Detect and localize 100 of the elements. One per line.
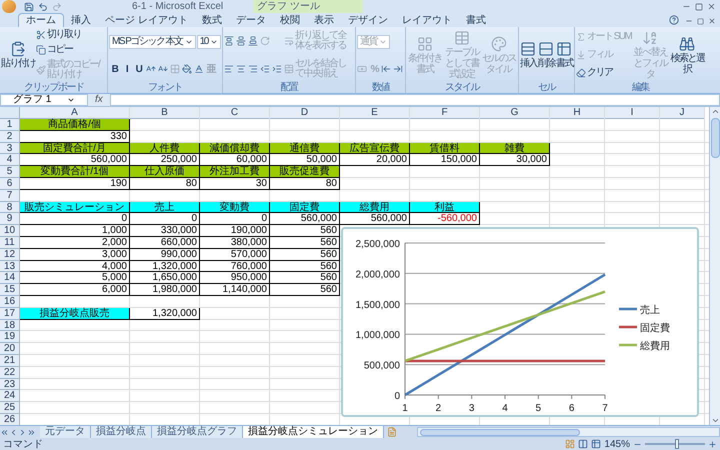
zoom-slider-thumb[interactable] bbox=[674, 439, 679, 449]
column-header[interactable]: I bbox=[605, 107, 660, 119]
row-header[interactable]: 16 bbox=[0, 296, 20, 308]
row-header[interactable]: 4 bbox=[0, 154, 20, 166]
ribbon-button[interactable]: 削除 bbox=[538, 41, 555, 69]
row-header[interactable]: 12 bbox=[0, 248, 20, 261]
close-icon[interactable] bbox=[708, 17, 716, 25]
row-header[interactable]: 15 bbox=[0, 284, 20, 296]
row-header[interactable]: 22 bbox=[0, 366, 20, 379]
scroll-down-icon[interactable] bbox=[710, 416, 720, 425]
group-label: 配置 bbox=[279, 82, 299, 93]
column-header[interactable]: F bbox=[410, 107, 480, 119]
normal-view-icon[interactable] bbox=[565, 439, 576, 449]
column-header[interactable]: A bbox=[20, 107, 130, 119]
row-header[interactable]: 20 bbox=[0, 343, 20, 355]
row-header[interactable]: 11 bbox=[0, 236, 20, 249]
column-header[interactable]: D bbox=[270, 107, 340, 119]
ribbon-tab[interactable]: 数式 bbox=[194, 13, 229, 27]
row-header[interactable]: 14 bbox=[0, 272, 20, 284]
ribbon-button[interactable]: 挿入 bbox=[520, 41, 537, 69]
save-icon[interactable] bbox=[24, 2, 34, 12]
column-header[interactable]: C bbox=[200, 107, 270, 119]
column-header[interactable]: H bbox=[550, 107, 605, 119]
scroll-up-icon[interactable] bbox=[710, 107, 720, 116]
row-header[interactable]: 10 bbox=[0, 225, 20, 237]
ribbon-icon-button[interactable] bbox=[193, 62, 204, 76]
row-header[interactable]: 17 bbox=[0, 308, 20, 320]
format-button[interactable]: B bbox=[109, 62, 120, 76]
ribbon-tab[interactable]: 校閲 bbox=[272, 13, 307, 27]
row-header[interactable]: 26 bbox=[0, 414, 20, 425]
group-label: スタイル bbox=[444, 82, 480, 93]
ribbon-button[interactable]: 貼り付け bbox=[1, 41, 35, 69]
ribbon-button[interactable]: 検索と選択 bbox=[669, 36, 706, 74]
dropdown-field[interactable]: 10 bbox=[196, 34, 221, 48]
name-box[interactable]: グラフ 1 bbox=[0, 94, 88, 106]
row-header[interactable]: 9 bbox=[0, 213, 20, 226]
column-header[interactable]: B bbox=[130, 107, 200, 119]
ribbon-button[interactable]: クリア bbox=[576, 68, 612, 78]
ribbon-button[interactable]: 切り取り bbox=[36, 30, 81, 40]
sheet-tab[interactable]: 損益分岐点 bbox=[91, 426, 152, 438]
previous-sheet-icon[interactable] bbox=[9, 428, 18, 436]
page-break-icon[interactable] bbox=[591, 439, 602, 449]
next-sheet-icon[interactable] bbox=[18, 428, 27, 436]
formula-input[interactable] bbox=[110, 94, 720, 106]
row-header[interactable]: 21 bbox=[0, 354, 20, 367]
zoom-level[interactable]: 145% bbox=[604, 438, 630, 450]
chart-panel[interactable]: 0 500,000 1,000,000 1,500,000 2,000,000 2,500,000 1 2 3 4 5 6 7 売上 固定費 総費用 bbox=[341, 227, 699, 417]
ribbon-icon-button[interactable] bbox=[181, 62, 192, 76]
row-header[interactable]: 18 bbox=[0, 320, 20, 332]
row-header[interactable]: 2 bbox=[0, 130, 20, 143]
row-header[interactable]: 5 bbox=[0, 166, 20, 178]
ribbon-tab[interactable]: レイアウト bbox=[394, 13, 459, 27]
undo-icon[interactable] bbox=[38, 2, 48, 12]
sheet-tab[interactable]: 損益分岐点グラフ bbox=[152, 426, 243, 438]
scroll-thumb[interactable] bbox=[420, 428, 580, 436]
row-header[interactable]: 3 bbox=[0, 142, 20, 154]
row-header[interactable]: 24 bbox=[0, 390, 20, 402]
column-header[interactable]: G bbox=[480, 107, 550, 119]
row-header[interactable]: 25 bbox=[0, 402, 20, 414]
restore-icon[interactable] bbox=[697, 18, 704, 25]
ribbon-button[interactable]: 書式 bbox=[556, 41, 573, 69]
sheet-tab[interactable]: 元データ bbox=[40, 426, 91, 438]
ribbon-tab[interactable]: デザイン bbox=[340, 13, 395, 27]
maximize-icon[interactable] bbox=[695, 2, 703, 10]
row-header[interactable]: 23 bbox=[0, 378, 20, 390]
ribbon-tab[interactable]: 書式 bbox=[458, 13, 493, 27]
table-cell: 60,000 bbox=[200, 154, 270, 166]
format-button[interactable]: I bbox=[121, 62, 132, 76]
format-button[interactable]: U bbox=[133, 62, 144, 76]
vertical-scrollbar[interactable] bbox=[709, 107, 720, 425]
ribbon-icon-button[interactable] bbox=[236, 34, 247, 48]
sheet-tab[interactable]: 損益分岐点シミュレーション bbox=[243, 426, 384, 438]
ribbon-tab[interactable]: 挿入 bbox=[64, 13, 98, 27]
table-cell: 0 bbox=[200, 213, 270, 226]
row-header[interactable]: 19 bbox=[0, 331, 20, 344]
ribbon-tab[interactable]: データ bbox=[228, 13, 273, 27]
ribbon-tab[interactable]: ホーム bbox=[18, 13, 64, 27]
office-button[interactable] bbox=[2, 0, 16, 13]
ribbon-button[interactable]: コピー bbox=[36, 45, 72, 55]
last-sheet-icon[interactable] bbox=[27, 428, 36, 436]
column-header[interactable]: J bbox=[660, 107, 705, 119]
row-header[interactable]: 13 bbox=[0, 260, 20, 272]
first-sheet-icon[interactable] bbox=[0, 428, 9, 436]
help-icon[interactable] bbox=[669, 15, 679, 25]
row-header[interactable]: 8 bbox=[0, 202, 20, 214]
row-header[interactable]: 7 bbox=[0, 190, 20, 202]
close-icon[interactable] bbox=[707, 2, 716, 11]
page-layout-icon[interactable] bbox=[578, 439, 588, 449]
ribbon-tab[interactable]: 表示 bbox=[306, 13, 341, 27]
new-sheet-icon[interactable] bbox=[387, 427, 397, 437]
zoom-in-icon[interactable] bbox=[708, 440, 717, 448]
ribbon-tab[interactable]: ページ レイアウト bbox=[98, 13, 195, 27]
column-header[interactable]: E bbox=[340, 107, 410, 119]
horizontal-scrollbar[interactable] bbox=[417, 427, 720, 437]
ribbon-icon-button[interactable] bbox=[224, 34, 235, 48]
ribbon-icon-button[interactable] bbox=[248, 34, 259, 48]
scroll-thumb[interactable] bbox=[710, 118, 720, 158]
row-header[interactable]: 6 bbox=[0, 178, 20, 190]
dropdown-field[interactable]: MS Pゴシック 本文 bbox=[109, 34, 196, 48]
row-header[interactable]: 1 bbox=[0, 119, 20, 131]
